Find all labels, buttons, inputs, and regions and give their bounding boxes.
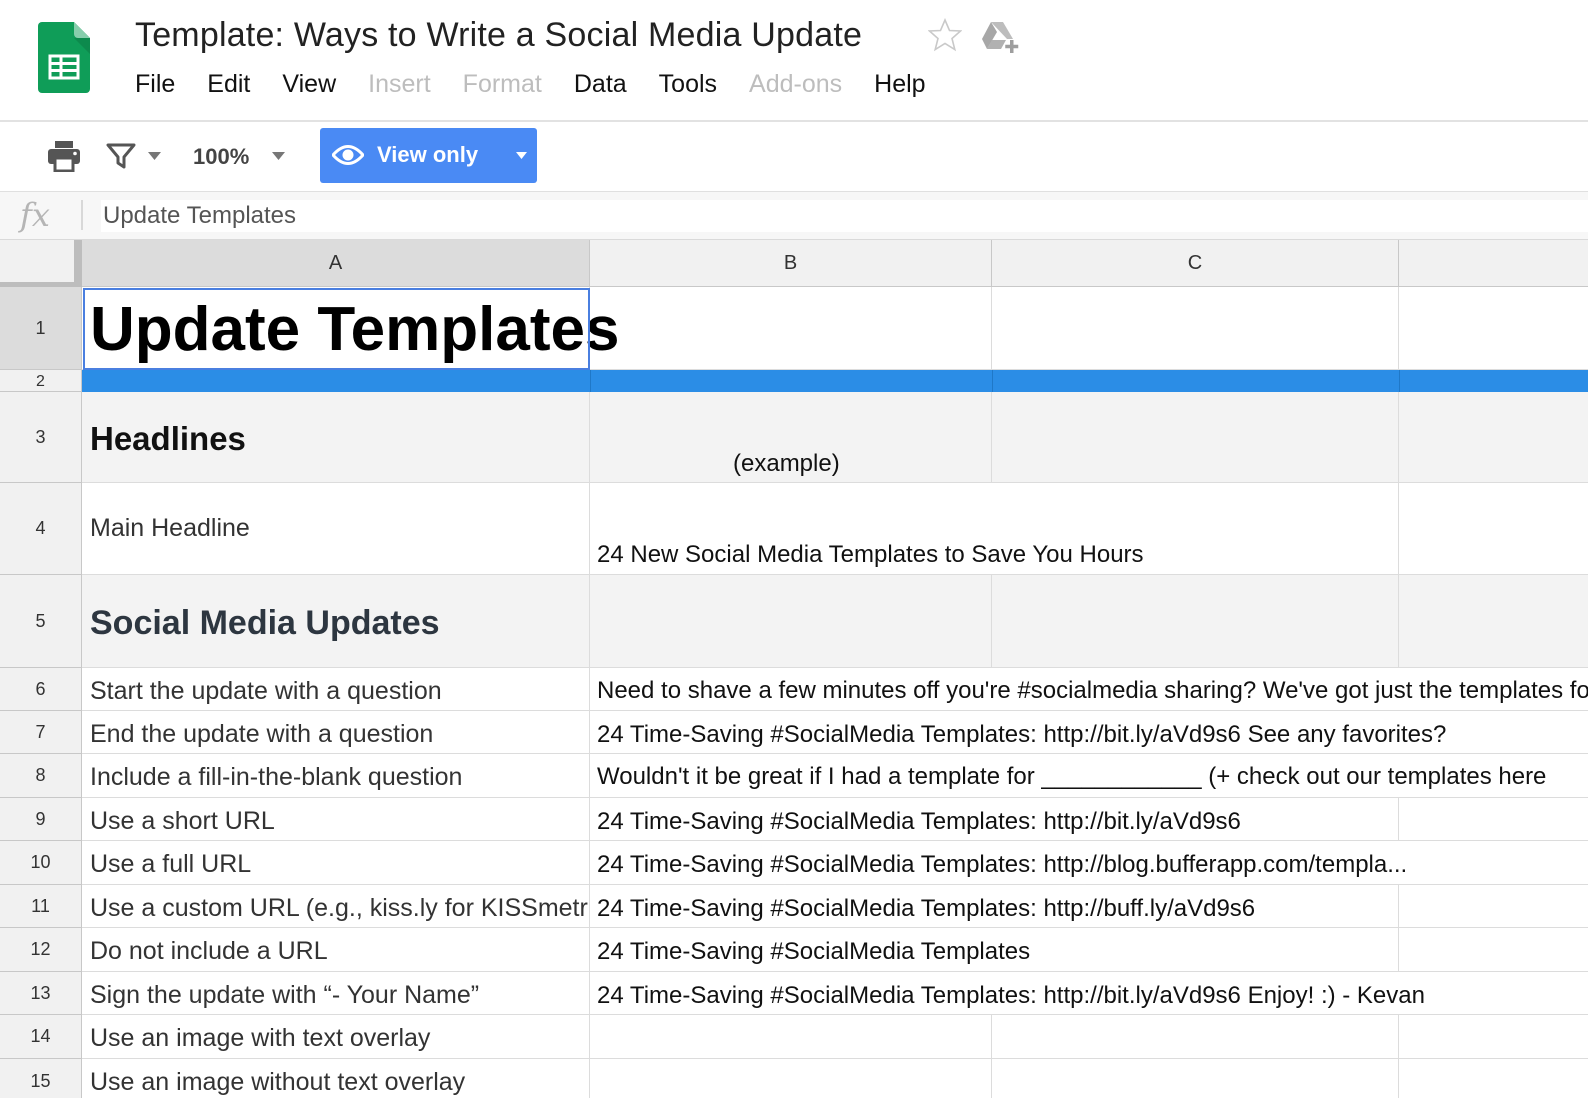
main-headline-example: 24 New Social Media Templates to Save Yo… [597, 541, 1144, 568]
cell-b1[interactable] [590, 287, 992, 370]
zoom-dropdown-arrow-icon[interactable] [272, 152, 285, 160]
row-header-13[interactable]: 13 [0, 972, 82, 1015]
menu-insert: Insert [368, 70, 431, 98]
column-header-c[interactable]: C [992, 240, 1399, 287]
example-clip: Wouldn't it be great if I had a template… [597, 763, 1588, 795]
cell-c1[interactable] [992, 287, 1399, 370]
technique-label: Use a full URL [90, 850, 252, 878]
blue-band-row[interactable] [82, 370, 1588, 392]
example-text: Wouldn't it be great if I had a template… [597, 763, 1547, 790]
column-header-b[interactable]: B [590, 240, 992, 287]
cell-d15[interactable] [1399, 1059, 1588, 1098]
technique-label: Use a short URL [90, 807, 275, 835]
technique-clip: Use a custom URL (e.g., kiss.ly for KISS… [90, 894, 588, 926]
row-header-4[interactable]: 4 [0, 483, 82, 575]
cell-c14[interactable] [992, 1015, 1399, 1059]
filter-dropdown-arrow-icon[interactable] [148, 152, 161, 160]
row-header-12[interactable]: 12 [0, 928, 82, 972]
print-icon[interactable] [47, 140, 81, 172]
example-text: Need to shave a few minutes off you're #… [597, 677, 1588, 704]
cell-c3[interactable] [992, 392, 1399, 483]
example-text: 24 Time-Saving #SocialMedia Templates: h… [597, 982, 1425, 1009]
menu-file[interactable]: File [135, 70, 175, 99]
example-text: 24 Time-Saving #SocialMedia Templates [597, 938, 1031, 965]
formula-bar: fx Update Templates [0, 192, 1588, 240]
row-header-10[interactable]: 10 [0, 841, 82, 885]
cell-b15[interactable] [590, 1059, 992, 1098]
row-header-5[interactable]: 5 [0, 575, 82, 668]
eye-icon [332, 145, 364, 165]
view-only-button[interactable]: View only [320, 128, 537, 183]
column-header-d[interactable] [1399, 240, 1588, 287]
row-header-3[interactable]: 3 [0, 392, 82, 483]
section-headlines: Headlines [90, 420, 246, 457]
document-title[interactable]: Template: Ways to Write a Social Media U… [135, 16, 862, 55]
cell-b14[interactable] [590, 1015, 992, 1059]
main-headline-label: Main Headline [90, 514, 250, 542]
cell-d4[interactable] [1399, 483, 1588, 575]
band-divider [590, 370, 591, 392]
app-header: Template: Ways to Write a Social Media U… [0, 0, 1588, 122]
band-divider [1399, 370, 1400, 392]
technique-label: End the update with a question [90, 720, 434, 748]
cell-c15[interactable] [992, 1059, 1399, 1098]
technique-label: Start the update with a question [90, 677, 442, 705]
menu-format: Format [462, 70, 542, 98]
spreadsheet-grid: A B C 1 Update Templates 2 3 Headlines (… [0, 240, 1588, 1098]
column-header-a[interactable]: A [82, 240, 590, 287]
row-header-6[interactable]: 6 [0, 668, 82, 711]
dropdown-arrow-icon[interactable] [516, 152, 527, 159]
menu-edit[interactable]: Edit [207, 70, 250, 99]
example-text: 24 Time-Saving #SocialMedia Templates: h… [597, 895, 1256, 922]
menu-addons: Add-ons [749, 70, 843, 98]
row-header-14[interactable]: 14 [0, 1015, 82, 1059]
filter-icon[interactable] [106, 142, 136, 170]
add-to-drive-icon[interactable] [982, 20, 1020, 54]
technique-label: Sign the update with “- Your Name” [90, 981, 480, 1009]
select-all-corner[interactable] [0, 240, 82, 287]
technique-label: Use a custom URL (e.g., kiss.ly for KISS… [90, 894, 588, 922]
formula-input[interactable]: Update Templates [101, 200, 1588, 232]
cell-b5[interactable] [590, 575, 992, 668]
row-header-15[interactable]: 15 [0, 1059, 82, 1098]
menu-data[interactable]: Data [574, 70, 627, 99]
formula-divider [81, 200, 83, 230]
row-header-7[interactable]: 7 [0, 711, 82, 754]
example-text: 24 Time-Saving #SocialMedia Templates: h… [597, 851, 1408, 878]
star-icon[interactable] [928, 18, 962, 52]
menu-tools[interactable]: Tools [659, 70, 717, 99]
technique-label: Do not include a URL [90, 937, 328, 965]
example-text: 24 Time-Saving #SocialMedia Templates: h… [597, 721, 1447, 748]
google-sheets-logo-icon[interactable] [38, 22, 90, 93]
zoom-select[interactable]: 100% [193, 144, 249, 170]
section-social-media-updates: Social Media Updates [90, 604, 440, 642]
row-header-1[interactable]: 1 [0, 287, 82, 370]
cell-c5[interactable] [992, 575, 1399, 668]
band-divider [992, 370, 993, 392]
sheet-title: Update Templates [90, 295, 620, 364]
cell-d3[interactable] [1399, 392, 1588, 483]
row-header-9[interactable]: 9 [0, 798, 82, 841]
example-label: (example) [733, 450, 840, 477]
menu-help[interactable]: Help [874, 70, 925, 99]
cell-d5[interactable] [1399, 575, 1588, 668]
row-header-11[interactable]: 11 [0, 885, 82, 928]
example-text: 24 Time-Saving #SocialMedia Templates: h… [597, 808, 1241, 835]
view-only-label: View only [377, 142, 479, 167]
cell-d14[interactable] [1399, 1015, 1588, 1059]
row-header-8[interactable]: 8 [0, 754, 82, 798]
menu-view[interactable]: View [282, 70, 336, 99]
cell-d1[interactable] [1399, 287, 1588, 370]
example-clip: Need to shave a few minutes off you're #… [597, 677, 1588, 709]
cell-d11[interactable] [1399, 885, 1588, 928]
technique-label: Use an image without text overlay [90, 1068, 466, 1096]
technique-label: Include a fill-in-the-blank question [90, 763, 463, 791]
technique-label: Use an image with text overlay [90, 1024, 431, 1052]
cell-d12[interactable] [1399, 928, 1588, 972]
toolbar: 100% View only [0, 122, 1588, 192]
fx-icon: fx [20, 196, 50, 234]
cell-d9[interactable] [1399, 798, 1588, 841]
menu-bar: File Edit View Insert Format Data Tools … [135, 70, 958, 99]
row-header-2[interactable]: 2 [0, 370, 82, 392]
